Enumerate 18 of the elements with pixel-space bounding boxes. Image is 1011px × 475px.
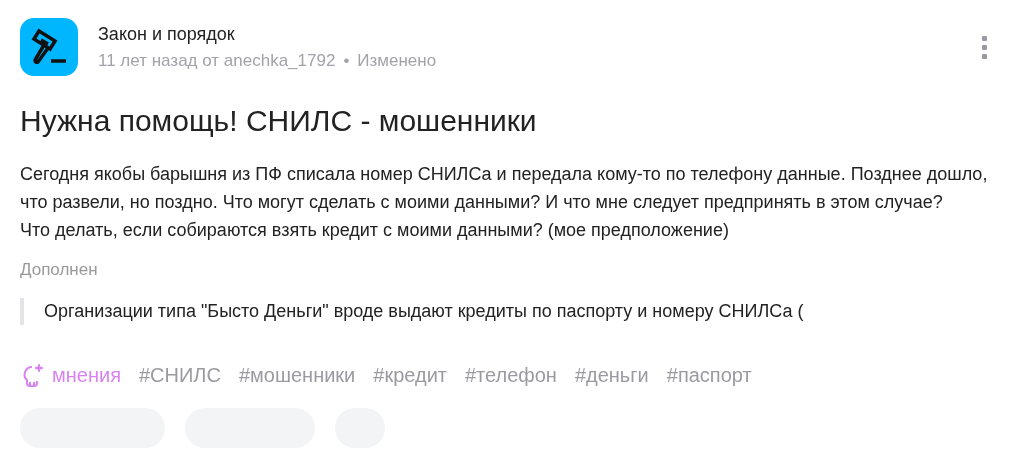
addendum-text: Организации типа "Бысто Деньги" вроде выдают кредиты по паспорту и номеру СНИЛСа (: [44, 301, 804, 321]
hashtag-link[interactable]: #СНИЛС: [138, 363, 221, 387]
community-name[interactable]: Закон и порядок: [98, 24, 958, 45]
separator: •: [343, 51, 350, 71]
hashtag-link[interactable]: #телефон: [464, 363, 557, 387]
question-text: Сегодня якобы барышня из ПФ списала номер СНИЛСа и передала кому-то по телефону данные. Позднее дошло, что развели, но поздно. Что могут сделать с моими данными? И что мне следует предпринять в этом случае?: [20, 163, 989, 214]
gavel-icon: [29, 27, 69, 67]
edited-label: Изменено: [357, 51, 437, 71]
addendum-label: Дополнен: [20, 260, 99, 280]
post-meta: 11 лет назад от anechka_1792: [98, 51, 336, 71]
community-logo[interactable]: [20, 18, 78, 76]
hashtag-link[interactable]: #мошенники: [238, 363, 356, 387]
hashtag-link[interactable]: #деньги: [574, 363, 649, 387]
question-title: Нужна помощь! СНИЛС - мошенники: [20, 104, 538, 138]
opinions-link[interactable]: мнения: [20, 362, 121, 388]
hashtag-link[interactable]: #паспорт: [666, 363, 752, 387]
question-text: Что делать, если собираются взять кредит с моими данными? (мое предположение): [20, 219, 730, 242]
hashtag-link[interactable]: #кредит: [373, 363, 447, 387]
